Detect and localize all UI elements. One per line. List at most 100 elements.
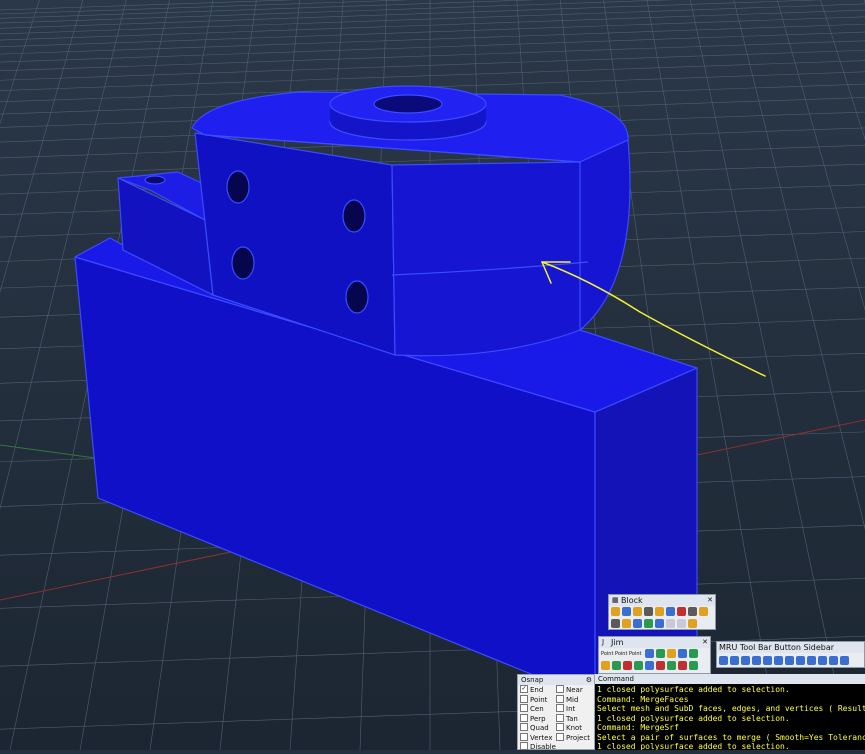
mru-tool-icon[interactable] <box>796 656 805 665</box>
jim-tool-icon[interactable] <box>645 661 654 670</box>
command-line: Select a pair of surfaces to merge ( Smo… <box>597 732 865 742</box>
block-tool-icon[interactable] <box>644 619 653 628</box>
mru-tool-icon[interactable] <box>730 656 739 665</box>
osnap-option-label: Project <box>566 733 590 742</box>
command-line: Command: MergeFaces <box>597 694 689 704</box>
block-tool-icon[interactable] <box>611 607 620 616</box>
osnap-option-label: Near <box>566 686 583 694</box>
mru-tool-icon[interactable] <box>752 656 761 665</box>
mru-toolbar-title[interactable]: MRU Tool Bar Button Sidebar <box>717 642 864 653</box>
osnap-option-project[interactable]: Project <box>556 732 592 744</box>
jim-toolbar-row <box>599 660 710 672</box>
block-toolbar[interactable]: ▦ Block ✕ <box>608 594 716 630</box>
osnap-option-label: Knot <box>566 724 583 732</box>
jim-toolbar[interactable]: J Jim ✕ Point Point Point <box>598 636 711 674</box>
block-tool-icon[interactable] <box>633 607 642 616</box>
block-tool-icon[interactable] <box>655 607 664 616</box>
jim-point-label[interactable]: Point <box>601 651 613 657</box>
checkbox[interactable] <box>556 704 564 712</box>
jim-tool-icon[interactable] <box>656 661 665 670</box>
jim-tool-icon[interactable] <box>689 649 699 658</box>
mru-tool-icon[interactable] <box>741 656 750 665</box>
osnap-option-disable[interactable]: Disable <box>520 742 556 753</box>
mru-tool-icon[interactable] <box>785 656 794 665</box>
mru-toolbar[interactable]: MRU Tool Bar Button Sidebar <box>716 641 865 668</box>
checkbox[interactable] <box>556 685 564 693</box>
command-line: Command: MergeSrf <box>597 723 679 732</box>
checkbox[interactable] <box>556 723 564 731</box>
jim-tool-icon[interactable] <box>601 661 610 670</box>
mru-tool-icon[interactable] <box>774 656 783 665</box>
close-icon[interactable]: ✕ <box>702 637 708 648</box>
jim-tool-icon[interactable] <box>689 661 698 670</box>
block-tool-icon[interactable] <box>688 619 697 628</box>
toolbar-grip-icon: J <box>602 638 605 646</box>
jim-toolbar-row: Point Point Point <box>599 648 710 660</box>
block-tool-icon[interactable] <box>666 619 675 628</box>
checkbox[interactable] <box>520 704 528 712</box>
mru-tool-icon[interactable] <box>818 656 827 665</box>
jim-toolbar-title[interactable]: J Jim ✕ <box>599 637 710 648</box>
osnap-option-label: Tan <box>566 714 578 723</box>
toolbar-grip-icon: ▦ <box>612 596 619 604</box>
checkbox[interactable] <box>520 742 528 750</box>
block-tool-icon[interactable] <box>677 619 686 628</box>
bolt-hole <box>345 280 369 314</box>
command-history[interactable]: 1 closed polysurface added to selection.… <box>595 684 865 750</box>
checkbox[interactable] <box>556 694 564 703</box>
block-toolbar-title[interactable]: ▦ Block ✕ <box>609 595 715 606</box>
checkbox[interactable] <box>520 694 528 703</box>
block-tool-icon[interactable] <box>655 619 664 628</box>
osnap-option-label: Int <box>566 705 576 713</box>
checkbox[interactable] <box>556 732 564 741</box>
checkbox[interactable] <box>520 723 528 731</box>
jim-tool-icon[interactable] <box>645 649 655 658</box>
perspective-viewport[interactable] <box>0 0 865 750</box>
bolt-hole <box>342 199 366 233</box>
jim-tool-icon[interactable] <box>623 661 632 670</box>
block-tool-icon[interactable] <box>611 619 620 628</box>
block-tool-icon[interactable] <box>666 607 675 616</box>
mru-tool-icon[interactable] <box>829 656 838 665</box>
bolt-hole <box>231 246 255 280</box>
mru-tool-icon[interactable] <box>840 656 849 665</box>
osnap-option-label: Quad <box>530 724 549 732</box>
block-toolbar-row <box>609 618 715 630</box>
mru-toolbar-label: MRU Tool Bar Button Sidebar <box>719 643 835 652</box>
block-tool-icon[interactable] <box>688 607 697 616</box>
command-header: Command <box>595 674 865 684</box>
osnap-options: ✓ End Near Point Mid Cen Int Perp Tan Quad Knot Ver… <box>518 685 594 754</box>
osnap-option-label: Cen <box>530 705 544 713</box>
jim-tool-icon[interactable] <box>656 649 666 658</box>
jim-point-label[interactable]: Point <box>615 651 627 657</box>
block-tool-icon[interactable] <box>677 607 686 616</box>
jim-tool-icon[interactable] <box>678 649 688 658</box>
checkbox[interactable] <box>556 713 564 722</box>
block-tool-icon[interactable] <box>699 607 708 616</box>
osnap-option-label: Mid <box>566 695 579 704</box>
osnap-panel: Osnap ⚙ ✓ End Near Point Mid Cen Int Perp Tan Qua… <box>517 674 595 751</box>
jim-tool-icon[interactable] <box>612 661 621 670</box>
close-icon[interactable]: ✕ <box>707 595 713 606</box>
jim-toolbar-label: Jim <box>611 638 624 647</box>
jim-tool-icon[interactable] <box>667 661 676 670</box>
block-tool-icon[interactable] <box>622 619 631 628</box>
block-toolbar-row <box>609 606 715 618</box>
mru-tool-icon[interactable] <box>763 656 772 665</box>
command-line: 1 closed polysurface added to selection. <box>597 685 790 694</box>
block-tool-icon[interactable] <box>622 607 631 616</box>
gear-icon[interactable]: ⚙ <box>586 675 592 685</box>
block-tool-icon[interactable] <box>644 607 653 616</box>
mru-tool-icon[interactable] <box>719 656 728 665</box>
jim-tool-icon[interactable] <box>678 661 687 670</box>
jim-point-label[interactable]: Point <box>629 651 641 657</box>
jim-tool-icon[interactable] <box>634 661 643 670</box>
checkbox[interactable] <box>520 713 528 722</box>
osnap-option-label: Point <box>530 695 548 704</box>
mru-tool-icon[interactable] <box>807 656 816 665</box>
block-tool-icon[interactable] <box>633 619 642 628</box>
checkbox[interactable] <box>520 732 528 741</box>
checkbox[interactable]: ✓ <box>520 685 528 693</box>
jim-tool-icon[interactable] <box>667 649 677 658</box>
osnap-option-label: End <box>530 686 544 694</box>
